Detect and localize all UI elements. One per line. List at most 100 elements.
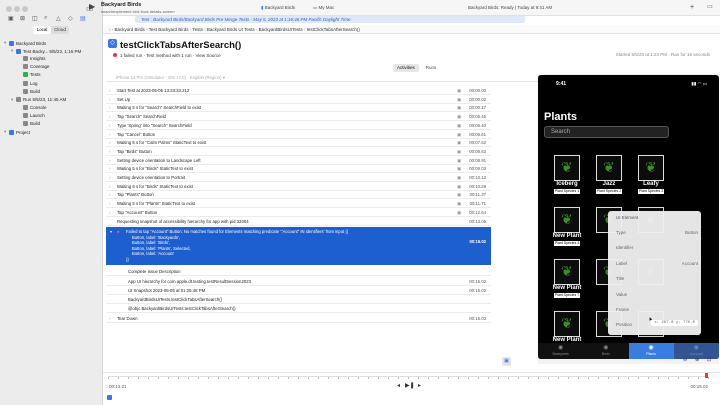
log-row[interactable]: › Type 'Spring' into "Search" SearchField…: [106, 121, 491, 130]
log-row[interactable]: BackyardBirdsUITests.testClickTabsAfterS…: [106, 295, 491, 305]
breadcrumb-item[interactable]: Backyard Birds UI Tests: [207, 27, 255, 32]
log-row[interactable]: › Tap "Search" SearchField ▣ 00:05.45: [106, 112, 491, 122]
screenshot-icon[interactable]: ▣: [457, 138, 461, 147]
log-row[interactable]: › Tap "Birds" Button ▣ 00:08.53: [106, 147, 491, 156]
sidebar-item[interactable]: Build: [18, 88, 40, 94]
chevron-icon[interactable]: ›: [109, 147, 110, 156]
report-icon[interactable]: ▤: [80, 15, 86, 22]
log-row[interactable]: Requesting snapshot of accessibility hie…: [106, 217, 491, 226]
screenshot-icon[interactable]: ▣: [457, 103, 461, 112]
chevron-icon[interactable]: ›: [109, 86, 110, 95]
breadcrumb-item[interactable]: Backyard Birds: [115, 27, 145, 32]
folder-icon[interactable]: ▣: [8, 15, 14, 22]
log-row[interactable]: › Start Test at 2023-05-05 13:23:33.212 ▣ 0…: [106, 86, 491, 95]
chevron-icon[interactable]: ›: [109, 199, 110, 208]
screenshot-icon[interactable]: ▣: [457, 164, 461, 173]
tab-runs[interactable]: Runs: [422, 64, 441, 72]
log-row[interactable]: › Tear Down 00:15.03: [106, 314, 491, 323]
log-row[interactable]: App UI hierarchy for com.apple.dt.testin…: [106, 277, 491, 286]
chevron-icon[interactable]: ›: [109, 190, 110, 199]
log-row[interactable]: Complete Issue Description: [106, 267, 491, 277]
chevron-icon[interactable]: ›: [109, 173, 110, 182]
screenshot-icon[interactable]: ▣: [457, 121, 461, 130]
sidebar-item[interactable]: ▾ Backyard Birds: [4, 40, 46, 46]
simulator-icon[interactable]: ▣: [502, 357, 511, 366]
chevron-icon[interactable]: ›: [109, 121, 110, 130]
segment-cloud[interactable]: Cloud: [51, 26, 69, 34]
zoom-window-button[interactable]: [22, 6, 28, 12]
timeline-playhead[interactable]: [705, 373, 708, 378]
close-window-button[interactable]: [6, 6, 12, 12]
breadcrumb-item[interactable]: testClickTabsAfterSearch(): [307, 27, 360, 32]
chevron-icon[interactable]: ▾: [4, 40, 7, 46]
tab-birds[interactable]: ◉ Birds: [583, 343, 628, 359]
add-icon[interactable]: +: [690, 2, 694, 13]
screenshot-icon[interactable]: ▣: [457, 190, 461, 199]
log-row[interactable]: › Setting device orientation to Portrait ▣…: [106, 173, 491, 182]
plant-card[interactable]: ❦ New Plant Plant Species 7: [550, 259, 584, 301]
screenshot-icon[interactable]: ▣: [457, 112, 461, 121]
screenshot-icon[interactable]: ▣: [457, 130, 461, 139]
chevron-icon[interactable]: ›: [109, 112, 110, 121]
next-icon[interactable]: ▸: [418, 382, 421, 389]
chevron-icon[interactable]: ›: [109, 156, 110, 165]
chevron-icon[interactable]: ›: [109, 130, 110, 139]
sidebar-item[interactable]: Console: [18, 104, 47, 110]
log-row[interactable]: › Set Up ▣ 00:00.02: [106, 95, 491, 104]
sidebar-item[interactable]: Coverage: [18, 64, 50, 70]
log-row[interactable]: @objc BackyardBirdsUITests.testClickTabs…: [106, 304, 491, 314]
filter-icon[interactable]: [107, 395, 112, 400]
chevron-icon[interactable]: ▾: [11, 97, 14, 103]
plant-card[interactable]: ❦ Iceberg Plant Species 1: [550, 155, 584, 197]
chevron-icon[interactable]: ▾: [4, 129, 7, 135]
screenshot-icon[interactable]: ▣: [457, 208, 461, 217]
zoom-out-icon[interactable]: ⊖: [683, 357, 687, 363]
source-control-icon[interactable]: ⊠: [20, 15, 25, 22]
chevron-icon[interactable]: ›: [109, 208, 110, 217]
screenshot-icon[interactable]: ▣: [457, 95, 461, 104]
plant-card[interactable]: ❦ New Plant Plant Species 4: [550, 207, 584, 249]
chevron-icon[interactable]: ▾: [11, 48, 14, 54]
issue-icon[interactable]: △: [56, 15, 61, 22]
previous-icon[interactable]: ◂: [397, 382, 400, 389]
sidebar-item[interactable]: Launch: [18, 112, 45, 118]
chevron-icon[interactable]: ›: [109, 164, 110, 173]
segment-local[interactable]: Local: [33, 26, 51, 34]
minimize-window-button[interactable]: [14, 6, 20, 12]
tab-plants[interactable]: ◉ Plants: [628, 343, 674, 359]
screenshot-icon[interactable]: ▣: [457, 147, 461, 156]
zoom-in-icon[interactable]: ⊕: [695, 357, 699, 363]
log-row[interactable]: › Tap "Plants" Button ▣ 00:11.37: [106, 190, 491, 200]
symbol-icon[interactable]: ◫: [32, 15, 38, 22]
log-row[interactable]: › Waiting 5 s for "Plants" StaticText to …: [106, 199, 491, 209]
device-selector[interactable]: ▭ My Mac: [313, 2, 334, 13]
log-row[interactable]: › Waiting 5 s for "Calm Palms" StaticText…: [106, 138, 491, 148]
chevron-icon[interactable]: ›: [109, 138, 110, 147]
tab-backyards[interactable]: ◉ Backyards: [538, 343, 583, 359]
field-value[interactable]: x: 297.0 y: 770.0: [651, 320, 698, 327]
breadcrumb-item[interactable]: BackyardBirdsUITests: [259, 27, 303, 32]
screenshot-icon[interactable]: ▣: [457, 199, 461, 208]
run-icon[interactable]: ▶: [89, 2, 95, 11]
sidebar-item[interactable]: Log: [18, 80, 38, 86]
find-icon[interactable]: ⌕: [44, 15, 47, 22]
inspector-toggle-icon[interactable]: ▭: [707, 2, 713, 13]
fit-icon[interactable]: ⊡: [707, 357, 711, 363]
sidebar-item[interactable]: Build: [18, 121, 40, 126]
chevron-icon[interactable]: ›: [109, 182, 110, 191]
sidebar-item[interactable]: ▾ Test Backy... 5/5/23, 1:16 PM: [11, 48, 81, 54]
log-row[interactable]: › Setting device orientation to Landscape…: [106, 156, 491, 165]
sidebar-item[interactable]: ▾ Run 5/5/23, 11:45 AM: [11, 97, 66, 103]
breadcrumb-item[interactable]: Tests: [192, 27, 203, 32]
screenshot-icon[interactable]: ▣: [457, 182, 461, 191]
screenshot-icon[interactable]: ▣: [457, 156, 461, 165]
chevron-icon[interactable]: ›: [109, 95, 110, 104]
log-row[interactable]: › Waiting 5 s for "Birds" StaticText to e…: [106, 182, 491, 191]
screenshot-icon[interactable]: ▣: [457, 173, 461, 182]
log-row[interactable]: › Tap "Account" Button ▣ 00:12.64: [106, 208, 491, 217]
plant-card[interactable]: ❦ Jazz Plant Species 2: [592, 155, 626, 197]
breadcrumb-item[interactable]: Test Backyard Birds: [149, 27, 189, 32]
sidebar-item[interactable]: Insights: [18, 56, 46, 62]
test-icon[interactable]: ◇: [68, 15, 73, 22]
chevron-down-icon[interactable]: ▾: [110, 229, 112, 234]
